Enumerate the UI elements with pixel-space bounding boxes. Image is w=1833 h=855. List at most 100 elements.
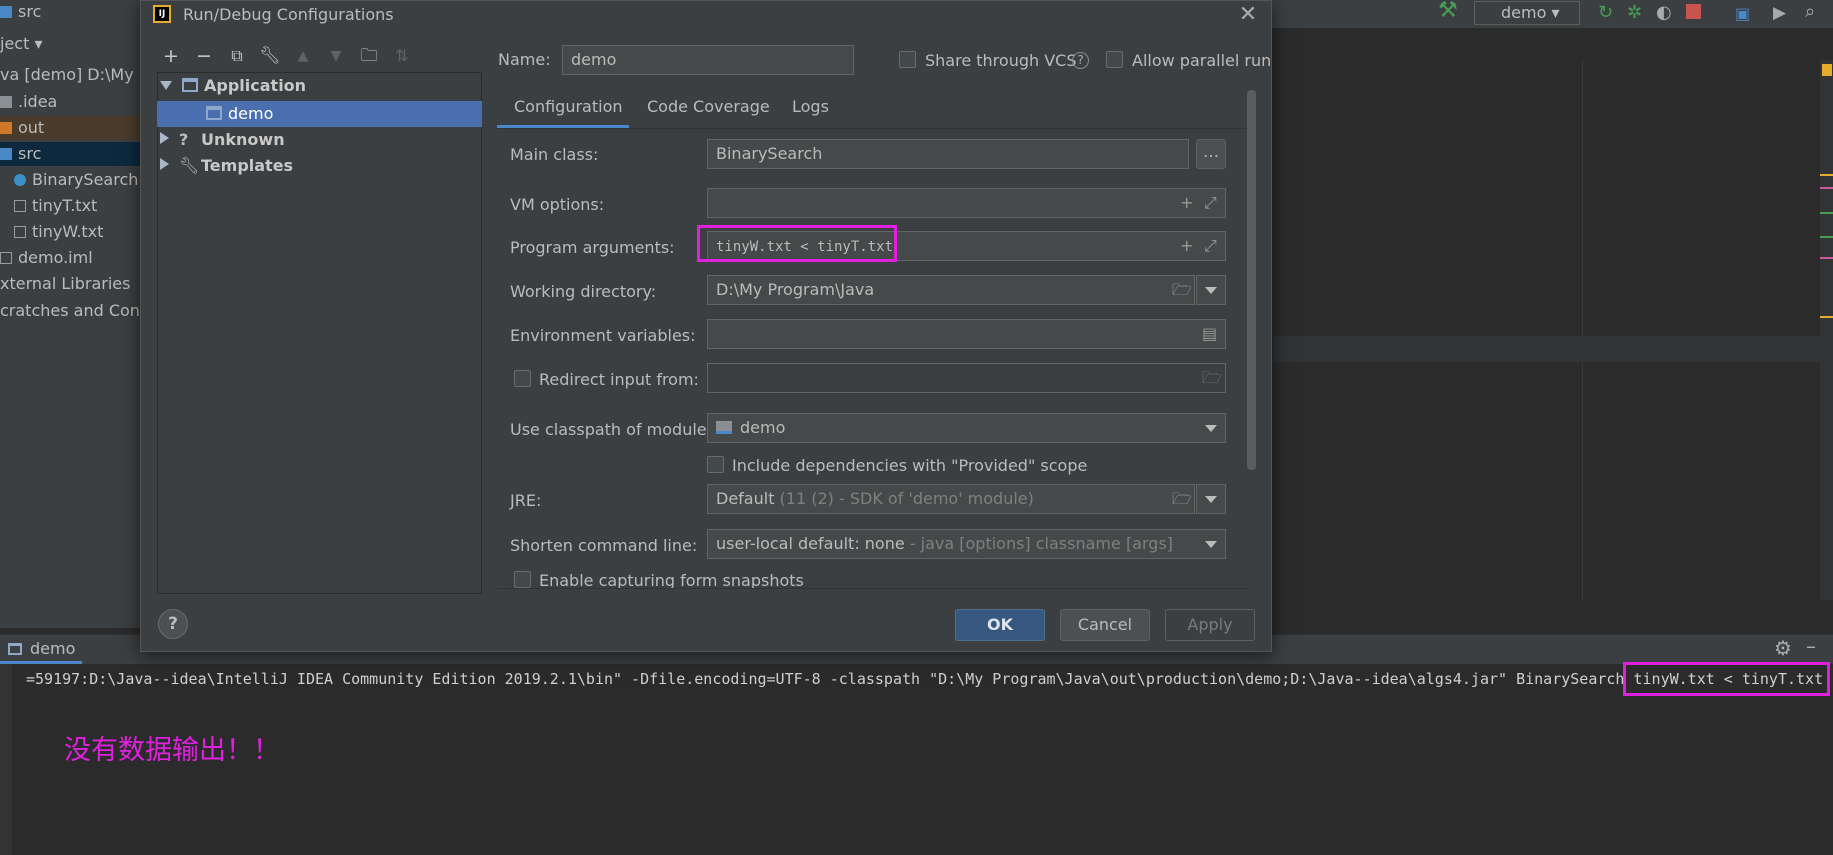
working-directory-dropdown[interactable]	[1196, 275, 1226, 305]
build-hammer-icon[interactable]: ⚒	[1438, 0, 1458, 23]
working-directory-input[interactable]: D:\My Program\Java 🗁︎	[707, 275, 1195, 305]
main-class-label: Main class:	[510, 145, 599, 164]
stripe-mark[interactable]	[1820, 212, 1833, 214]
folder-open-icon[interactable]: 🗁︎	[1202, 364, 1222, 392]
expand-icon[interactable]: ⤢	[1204, 232, 1217, 260]
project-row-tinyw[interactable]: tinyW.txt	[14, 220, 103, 244]
jre-input[interactable]: Default (11 (2) - SDK of 'demo' module) 🗁…	[707, 484, 1195, 514]
form-scrollbar[interactable]	[1247, 90, 1256, 470]
stripe-mark[interactable]	[1820, 236, 1833, 238]
chevron-down-icon	[1205, 496, 1217, 503]
tab-logs[interactable]: Logs	[792, 97, 829, 116]
stripe-mark[interactable]	[1820, 316, 1833, 318]
tree-node-demo[interactable]: demo	[206, 101, 273, 127]
tree-node-unknown[interactable]: ? Unknown	[160, 127, 285, 153]
arrow-up-icon[interactable]: ▲	[292, 45, 314, 67]
apply-button[interactable]: Apply	[1165, 609, 1255, 641]
folder-open-icon[interactable]: 🗁︎	[1172, 276, 1192, 304]
add-icon[interactable]: +	[160, 45, 182, 67]
share-vcs-checkbox[interactable]	[899, 51, 916, 68]
help-circle-icon[interactable]: ?	[1072, 52, 1089, 69]
project-root[interactable]: va [demo] D:\My P	[0, 63, 148, 87]
project-structure-icon[interactable]: ▣	[1735, 4, 1750, 23]
run-config-selector[interactable]: demo ▾	[1474, 1, 1580, 25]
stripe-mark[interactable]	[1820, 174, 1833, 176]
project-row-idea[interactable]: .idea	[0, 90, 57, 114]
include-deps-checkbox[interactable]	[707, 456, 724, 473]
collapse-arrow-icon[interactable]	[160, 132, 169, 144]
remove-icon[interactable]: −	[193, 45, 215, 67]
stripe-mark[interactable]	[1820, 257, 1833, 259]
cancel-button[interactable]: Cancel	[1060, 609, 1150, 641]
collapse-arrow-icon[interactable]	[160, 158, 169, 170]
redirect-input-field[interactable]: 🗁︎	[707, 363, 1226, 393]
redirect-input-checkbox[interactable]	[514, 370, 531, 387]
copy-icon[interactable]: ⧉	[226, 45, 248, 67]
application-icon	[206, 106, 222, 120]
debug-bug-icon[interactable]: ✲	[1627, 2, 1642, 23]
project-row-demo-iml[interactable]: demo.iml	[0, 246, 93, 270]
expand-arrow-icon[interactable]	[160, 81, 172, 90]
tree-node-application[interactable]: Application	[160, 73, 306, 99]
shorten-command-line-label: Shorten command line:	[510, 536, 698, 555]
minimize-icon[interactable]: –	[1806, 634, 1816, 658]
expand-icon[interactable]: ⤢	[1204, 189, 1217, 217]
run-tab-demo[interactable]: demo	[0, 634, 82, 664]
tree-node-templates[interactable]: 🔧︎ Templates	[160, 153, 293, 179]
form-bottom-border	[497, 588, 1249, 589]
tab-configuration[interactable]: Configuration	[514, 97, 623, 116]
project-row-out[interactable]: out	[0, 116, 140, 140]
allow-parallel-checkbox[interactable]	[1106, 51, 1123, 68]
coverage-icon[interactable]: ◐	[1656, 2, 1672, 23]
folder-icon	[0, 148, 12, 160]
annotation-no-output: 没有数据输出！！	[64, 735, 280, 766]
jre-label: JRE:	[510, 491, 542, 510]
help-button[interactable]: ?	[158, 609, 188, 639]
classpath-module-select[interactable]: demo	[707, 413, 1226, 443]
share-vcs-label: Share through VCS	[925, 51, 1077, 70]
browse-main-class-button[interactable]: …	[1196, 139, 1226, 169]
stop-icon[interactable]	[1686, 4, 1701, 19]
run-anything-icon[interactable]: ▶	[1773, 3, 1786, 23]
project-row-external-libraries[interactable]: xternal Libraries	[0, 272, 130, 296]
arrow-down-icon[interactable]: ▼	[325, 45, 347, 67]
name-input[interactable]: demo	[562, 45, 854, 75]
edit-list-icon[interactable]: ▤	[1202, 320, 1217, 348]
ok-button[interactable]: OK	[955, 609, 1045, 641]
vm-options-label: VM options:	[510, 195, 605, 214]
program-arguments-highlight-box	[697, 225, 897, 262]
warning-marker-icon[interactable]	[1822, 64, 1832, 76]
allow-parallel-label: Allow parallel run	[1132, 51, 1272, 70]
add-icon[interactable]: +	[1180, 189, 1193, 217]
project-row-tinyt[interactable]: tinyT.txt	[14, 194, 97, 218]
settings-gear-icon[interactable]: ⚙	[1774, 636, 1792, 660]
program-arguments-label: Program arguments:	[510, 238, 675, 257]
wrench-icon[interactable]: 🔧︎	[259, 45, 281, 67]
console-args-highlight-box	[1623, 662, 1830, 696]
add-icon[interactable]: +	[1180, 232, 1193, 260]
close-icon[interactable]: ✕	[1235, 2, 1261, 28]
shorten-command-line-select[interactable]: user-local default: none - java [options…	[707, 529, 1226, 559]
jre-dropdown[interactable]	[1196, 484, 1226, 514]
stripe-mark[interactable]	[1820, 187, 1833, 189]
editor-area[interactable]	[1273, 28, 1833, 602]
folder-open-icon[interactable]: 🗁︎	[1172, 485, 1192, 513]
sort-icon[interactable]: ⇅	[391, 45, 413, 67]
folder-icon	[0, 96, 12, 108]
main-class-input[interactable]: BinarySearch	[707, 139, 1189, 169]
tab-code-coverage[interactable]: Code Coverage	[647, 97, 770, 116]
project-view-selector[interactable]: ject ▾	[0, 32, 42, 56]
search-icon[interactable]: ⌕	[1805, 1, 1815, 22]
intellij-logo-icon: IJ	[153, 5, 171, 23]
project-row-binarysearch[interactable]: BinarySearch	[14, 168, 138, 192]
tab-divider	[497, 128, 1249, 129]
project-row-scratches[interactable]: cratches and Conso	[0, 299, 158, 323]
project-row-src[interactable]: src	[0, 142, 140, 166]
vm-options-input[interactable]: + ⤢	[707, 188, 1226, 218]
rerun-icon[interactable]: ↻	[1598, 2, 1613, 23]
environment-variables-input[interactable]: ▤	[707, 319, 1226, 349]
folder-add-icon[interactable]: 🗀︎	[358, 45, 380, 67]
classpath-module-label: Use classpath of module:	[510, 420, 713, 439]
capture-snapshots-checkbox[interactable]	[514, 571, 531, 588]
project-row-src-top[interactable]: src	[0, 0, 41, 24]
